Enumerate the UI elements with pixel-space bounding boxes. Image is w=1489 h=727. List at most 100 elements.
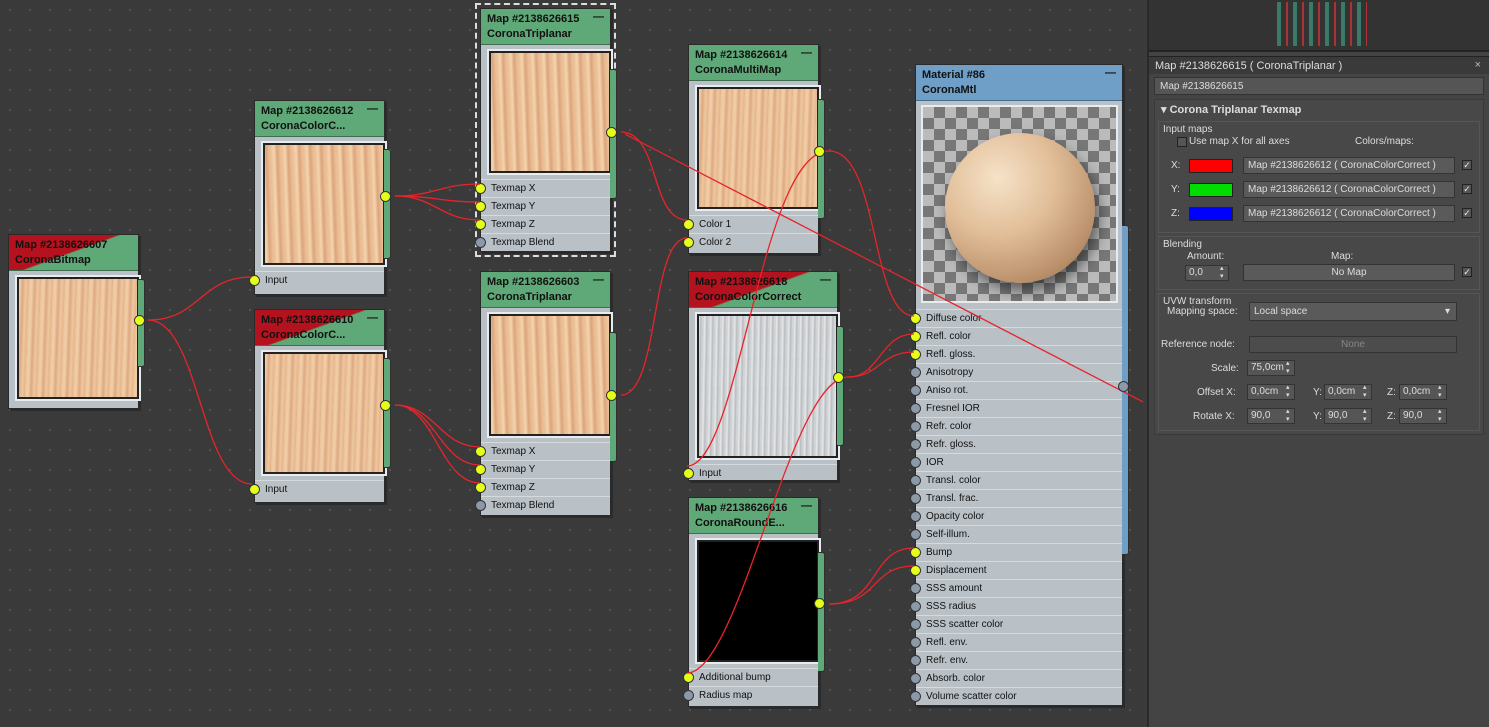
input-slot[interactable]: Texmap Z [475, 215, 610, 233]
input-pin[interactable] [910, 529, 921, 540]
node-corona-mtl-86[interactable]: Material #86 CoronaMtl — Diffuse color Refl… [910, 64, 1129, 706]
input-pin[interactable] [910, 349, 921, 360]
blend-map-enable-checkbox[interactable]: ✓ [1462, 267, 1472, 277]
input-pin[interactable] [910, 457, 921, 468]
material-slot[interactable]: Transl. frac. [910, 489, 1122, 507]
material-slot[interactable]: Refl. gloss. [910, 345, 1122, 363]
close-icon[interactable]: × [1475, 59, 1481, 71]
color-x-swatch[interactable] [1189, 159, 1233, 173]
input-pin[interactable] [910, 655, 921, 666]
minimize-icon[interactable]: — [801, 46, 812, 61]
material-slot[interactable]: Displacement [910, 561, 1122, 579]
material-slot[interactable]: Refr. env. [910, 651, 1122, 669]
map-name-field[interactable]: Map #2138626615 [1154, 77, 1484, 95]
color-y-swatch[interactable] [1189, 183, 1233, 197]
input-pin[interactable] [910, 565, 921, 576]
node-header[interactable]: Map #2138626616 CoronaRoundE... — [689, 498, 818, 534]
scale-spinner[interactable]: 75,0cm [1247, 360, 1295, 376]
node-header[interactable]: Map #2138626614 CoronaMultiMap — [689, 45, 818, 81]
input-pin[interactable] [475, 183, 486, 194]
node-multimap-614[interactable]: Map #2138626614 CoronaMultiMap — Color 1 C… [683, 44, 825, 254]
rollout-header[interactable]: ▾ Corona Triplanar Texmap [1155, 100, 1483, 118]
material-slot[interactable]: Fresnel IOR [910, 399, 1122, 417]
input-slot[interactable]: Texmap X [475, 179, 610, 197]
node-triplanar-603[interactable]: Map #2138626603 CoronaTriplanar — Texmap X… [475, 271, 617, 516]
minimize-icon[interactable]: — [820, 273, 831, 288]
input-slot[interactable]: Texmap X [475, 442, 610, 460]
input-pin[interactable] [910, 511, 921, 522]
input-slot[interactable]: Texmap Blend [475, 496, 610, 514]
reference-node-button[interactable]: None [1249, 336, 1457, 353]
rotate-z-spinner[interactable]: 90,0 [1399, 408, 1447, 424]
use-map-x-checkbox[interactable] [1177, 137, 1187, 147]
minimize-icon[interactable]: — [367, 102, 378, 117]
input-slot[interactable]: Radius map [683, 686, 818, 704]
material-slot[interactable]: Refr. gloss. [910, 435, 1122, 453]
node-editor-canvas[interactable]: Map #2138626607 CoronaBitmap Map #2138626… [0, 0, 1143, 727]
node-header[interactable]: Map #2138626615 CoronaTriplanar — [481, 9, 610, 45]
rotate-y-spinner[interactable]: 90,0 [1324, 408, 1372, 424]
input-slot[interactable]: Texmap Y [475, 197, 610, 215]
input-pin[interactable] [475, 201, 486, 212]
input-pin[interactable] [910, 421, 921, 432]
input-pin[interactable] [910, 691, 921, 702]
blend-map-button[interactable]: No Map [1243, 264, 1455, 281]
input-slot[interactable]: Input [683, 464, 837, 482]
node-round-edges-616[interactable]: Map #2138626616 CoronaRoundE... — Addition… [683, 497, 825, 707]
map-y-enable-checkbox[interactable]: ✓ [1462, 184, 1472, 194]
material-slot[interactable]: Anisotropy [910, 363, 1122, 381]
node-header[interactable]: Map #2138626612 CoronaColorC... — [255, 101, 384, 137]
input-pin[interactable] [683, 690, 694, 701]
output-pin[interactable] [380, 400, 391, 411]
map-x-button[interactable]: Map #2138626612 ( CoronaColorCorrect ) [1243, 157, 1455, 174]
node-header[interactable]: Map #2138626607 CoronaBitmap [9, 235, 138, 271]
node-color-correct-618[interactable]: Map #2138626618 CoronaColorCorrect — Input [683, 271, 844, 482]
material-slot[interactable]: Refr. color [910, 417, 1122, 435]
input-pin[interactable] [910, 475, 921, 486]
input-slot[interactable]: Color 1 [683, 215, 818, 233]
map-z-enable-checkbox[interactable]: ✓ [1462, 208, 1472, 218]
material-slot[interactable]: Diffuse color [910, 309, 1122, 327]
navigator-preview[interactable] [1149, 0, 1489, 52]
input-pin[interactable] [475, 446, 486, 457]
input-pin[interactable] [910, 313, 921, 324]
material-slot[interactable]: Absorb. color [910, 669, 1122, 687]
material-slot[interactable]: Volume scatter color [910, 687, 1122, 705]
input-pin[interactable] [910, 637, 921, 648]
amount-spinner[interactable]: 0,0 [1185, 265, 1229, 281]
output-pin[interactable] [814, 146, 825, 157]
offset-z-spinner[interactable]: 0,0cm [1399, 384, 1447, 400]
mapping-space-dropdown[interactable]: Local space ▾ [1249, 302, 1457, 321]
input-pin[interactable] [475, 500, 486, 511]
input-pin[interactable] [683, 237, 694, 248]
material-slot[interactable]: Bump [910, 543, 1122, 561]
input-pin[interactable] [475, 482, 486, 493]
input-pin[interactable] [683, 219, 694, 230]
input-slot[interactable]: Additional bump [683, 668, 818, 686]
offset-x-spinner[interactable]: 0,0cm [1247, 384, 1295, 400]
input-pin[interactable] [910, 331, 921, 342]
input-pin[interactable] [910, 493, 921, 504]
node-color-correct-612[interactable]: Map #2138626612 CoronaColorC... — Input [249, 100, 391, 295]
input-pin[interactable] [683, 468, 694, 479]
color-z-swatch[interactable] [1189, 207, 1233, 221]
output-pin[interactable] [606, 127, 617, 138]
material-slot[interactable]: Transl. color [910, 471, 1122, 489]
output-pin[interactable] [814, 598, 825, 609]
input-slot[interactable]: Texmap Z [475, 478, 610, 496]
input-pin[interactable] [249, 275, 260, 286]
material-slot[interactable]: Aniso rot. [910, 381, 1122, 399]
offset-y-spinner[interactable]: 0,0cm [1324, 384, 1372, 400]
input-pin[interactable] [910, 439, 921, 450]
input-pin[interactable] [475, 237, 486, 248]
minimize-icon[interactable]: — [593, 10, 604, 25]
input-pin[interactable] [910, 601, 921, 612]
output-pin[interactable] [134, 315, 145, 326]
node-triplanar-615[interactable]: Map #2138626615 CoronaTriplanar — Texmap X… [475, 3, 617, 257]
node-corona-bitmap[interactable]: Map #2138626607 CoronaBitmap [8, 234, 145, 409]
material-slot[interactable]: IOR [910, 453, 1122, 471]
map-z-button[interactable]: Map #2138626612 ( CoronaColorCorrect ) [1243, 205, 1455, 222]
rotate-x-spinner[interactable]: 90,0 [1247, 408, 1295, 424]
material-slot[interactable]: Opacity color [910, 507, 1122, 525]
node-header[interactable]: Map #2138626603 CoronaTriplanar — [481, 272, 610, 308]
